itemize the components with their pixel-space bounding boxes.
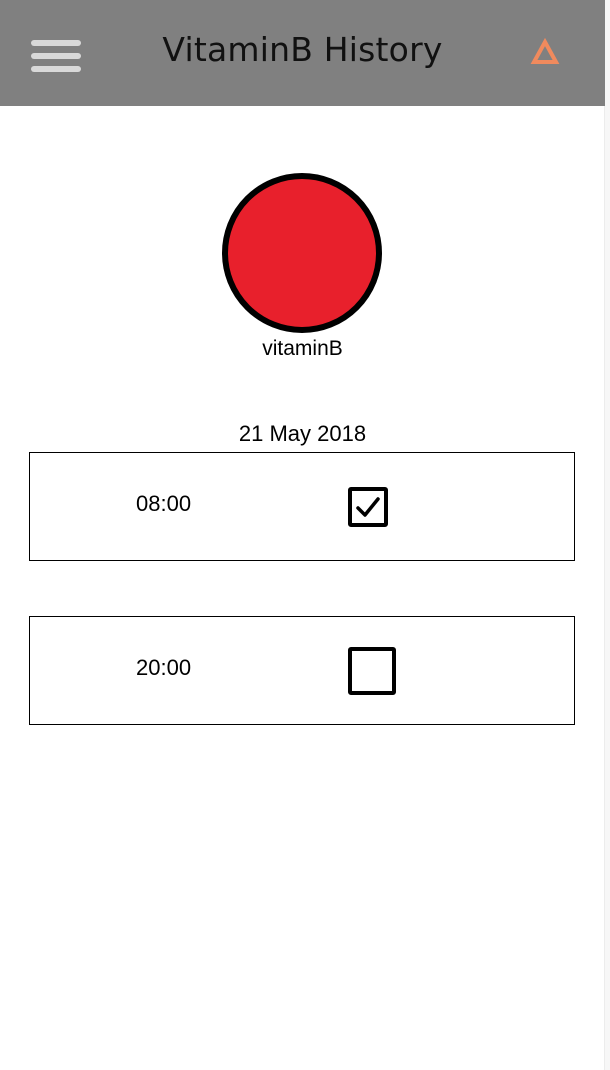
history-date: 21 May 2018 xyxy=(238,421,367,446)
right-edge-strip xyxy=(604,0,610,1070)
dose-row: 08:00 xyxy=(29,452,575,561)
dose-checkbox-checked[interactable] xyxy=(348,487,388,527)
dose-row: 20:00 xyxy=(29,616,575,725)
warning-icon[interactable] xyxy=(530,37,560,66)
dose-time: 20:00 xyxy=(136,655,192,680)
checkmark-icon xyxy=(356,497,380,517)
medication-color-circle xyxy=(222,173,382,333)
top-app-bar: VitaminB History xyxy=(0,0,605,106)
dose-time: 08:00 xyxy=(136,491,192,516)
page-title: VitaminB History xyxy=(162,30,443,69)
dose-checkbox-unchecked[interactable] xyxy=(348,647,396,695)
medication-name: vitaminB xyxy=(262,337,343,360)
